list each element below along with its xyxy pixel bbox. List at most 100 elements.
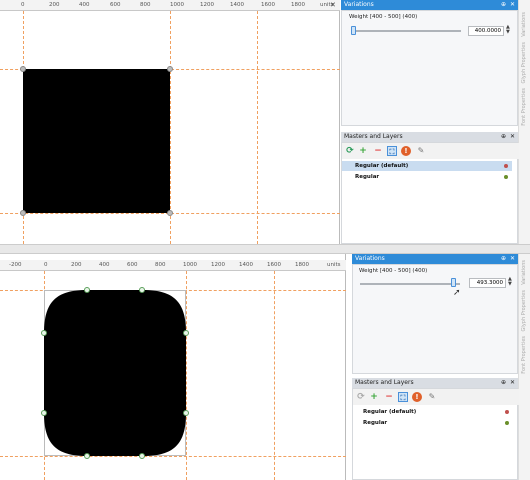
close-icon[interactable]: ✕: [510, 254, 515, 264]
wrench-icon[interactable]: ✎: [416, 146, 426, 156]
ruler-tick-label: 0: [44, 262, 48, 268]
side-tab[interactable]: Glyph Properties: [521, 290, 527, 331]
panel-title: Variations: [344, 1, 374, 8]
add-icon[interactable]: +: [358, 146, 368, 156]
layer-row[interactable]: Regular (default): [353, 407, 513, 417]
close-icon[interactable]: ✕: [510, 132, 515, 142]
corner-node[interactable]: [20, 210, 26, 216]
variations-panel: Weight [400 - 500] (400) ➚ 493.3000 ▲ ▼: [352, 264, 518, 374]
layer-label: Regular: [355, 174, 380, 180]
bottom-editor: -200 0 200 400 600 800 1000 1200 1400 16…: [0, 254, 346, 480]
glyph-square[interactable]: [23, 69, 170, 213]
on-curve-node[interactable]: [84, 287, 90, 293]
vertical-guide: [257, 11, 258, 244]
ruler-tick-label: -200: [9, 262, 22, 268]
layer-row[interactable]: Regular (default): [342, 161, 512, 171]
ruler-tick-label: 800: [155, 262, 166, 268]
on-curve-node[interactable]: [41, 330, 47, 336]
close-icon[interactable]: ✕: [510, 0, 515, 10]
ruler-tick-label: 1400: [239, 262, 253, 268]
masters-panel: ⟳ + − ⛶ ! ✎ Regular (default) Regular: [352, 388, 519, 480]
bottom-side-tabs: Variations Glyph Properties Font Propert…: [518, 254, 530, 480]
fit-icon[interactable]: ⛶: [398, 392, 408, 402]
pin-icon[interactable]: ⊕: [501, 132, 506, 142]
variations-panel-header: Variations ⊕ ✕: [352, 254, 518, 264]
refresh-icon[interactable]: ⟳: [345, 146, 355, 156]
side-tab[interactable]: Variations: [521, 12, 527, 37]
ruler-tick-label: 200: [71, 262, 82, 268]
variations-panel-header: Variations ⊕ ✕: [341, 0, 518, 10]
weight-slider-thumb[interactable]: [351, 26, 356, 35]
top-editor: 0 200 400 600 800 1000 1200 1400 1600 18…: [0, 0, 340, 244]
on-curve-node[interactable]: [183, 410, 189, 416]
on-curve-node[interactable]: [84, 453, 90, 459]
on-curve-node[interactable]: [139, 453, 145, 459]
toolbar: [342, 143, 519, 159]
layer-row[interactable]: Regular: [353, 418, 513, 428]
ruler-tick-label: 400: [99, 262, 110, 268]
on-curve-node[interactable]: [41, 410, 47, 416]
panel-title: Variations: [355, 255, 385, 262]
close-icon[interactable]: ✕: [510, 378, 515, 388]
ruler-tick-label: 1600: [261, 2, 275, 8]
warning-icon[interactable]: !: [401, 146, 411, 156]
vertical-guide: [274, 271, 275, 480]
ruler-tick-label: 600: [110, 2, 121, 8]
weight-slider-thumb[interactable]: [451, 278, 456, 287]
panel-title: Masters and Layers: [344, 133, 403, 140]
weight-slider-track[interactable]: [351, 30, 461, 32]
ruler-units: units: [327, 262, 341, 268]
axis-label: Weight [400 - 500] (400): [359, 268, 428, 274]
corner-node[interactable]: [167, 66, 173, 72]
ruler-tick-label: 0: [21, 2, 25, 8]
on-curve-node[interactable]: [183, 330, 189, 336]
weight-value-field[interactable]: 493.3000: [469, 278, 506, 288]
layer-row[interactable]: Regular: [342, 172, 512, 182]
close-icon[interactable]: ✕: [330, 1, 336, 9]
weight-value-field[interactable]: 400.0000: [468, 26, 504, 36]
glyph-rounded-square[interactable]: [44, 290, 187, 457]
ruler-tick-label: 1200: [211, 262, 225, 268]
add-icon[interactable]: +: [369, 392, 379, 402]
ruler-tick-label: 800: [140, 2, 151, 8]
corner-node[interactable]: [20, 66, 26, 72]
layer-label: Regular (default): [363, 409, 417, 415]
corner-node[interactable]: [167, 210, 173, 216]
fit-icon[interactable]: ⛶: [387, 146, 397, 156]
layer-label: Regular: [363, 420, 388, 426]
refresh-icon[interactable]: ⟳: [356, 392, 366, 402]
top-side-tabs: Variations Glyph Properties Font Propert…: [518, 0, 530, 244]
ruler-tick-label: 1600: [267, 262, 281, 268]
pin-icon[interactable]: ⊕: [501, 378, 506, 388]
spin-arrows-icon[interactable]: ▲ ▼: [506, 25, 510, 35]
warning-icon[interactable]: !: [412, 392, 422, 402]
master-color-dot: [505, 410, 509, 414]
master-color-dot: [504, 164, 508, 168]
master-color-dot: [505, 421, 509, 425]
remove-icon[interactable]: −: [373, 146, 383, 156]
remove-icon[interactable]: −: [384, 392, 394, 402]
ruler-tick-label: 1000: [170, 2, 184, 8]
ruler-tick-label: 1200: [200, 2, 214, 8]
mouse-cursor-icon: ➚: [453, 288, 461, 298]
masters-panel: ⟳ + − ⛶ ! ✎ Regular (default) Regular: [341, 142, 519, 244]
ruler-tick-label: 1000: [183, 262, 197, 268]
side-tab[interactable]: Glyph Properties: [521, 42, 527, 83]
ruler-tick-label: 1800: [291, 2, 305, 8]
axis-label: Weight [400 - 500] (400): [349, 14, 418, 20]
side-tab[interactable]: Font Properties: [521, 88, 527, 126]
masters-panel-header: Masters and Layers ⊕ ✕: [352, 378, 518, 388]
pin-icon[interactable]: ⊕: [501, 254, 506, 264]
wrench-icon[interactable]: ✎: [427, 392, 437, 402]
layer-label: Regular (default): [355, 163, 409, 169]
weight-slider-track[interactable]: [360, 283, 460, 285]
on-curve-node[interactable]: [139, 287, 145, 293]
bottom-ruler: -200 0 200 400 600 800 1000 1200 1400 16…: [0, 260, 346, 271]
side-tab[interactable]: Font Properties: [521, 336, 527, 374]
variations-panel: Weight [400 - 500] (400) 400.0000 ▲ ▼: [341, 10, 518, 126]
spin-arrows-icon[interactable]: ▲ ▼: [508, 277, 512, 287]
ruler-tick-label: 1400: [230, 2, 244, 8]
side-tab[interactable]: Variations: [521, 260, 527, 285]
ruler-tick-label: 400: [79, 2, 90, 8]
pin-icon[interactable]: ⊕: [501, 0, 506, 10]
